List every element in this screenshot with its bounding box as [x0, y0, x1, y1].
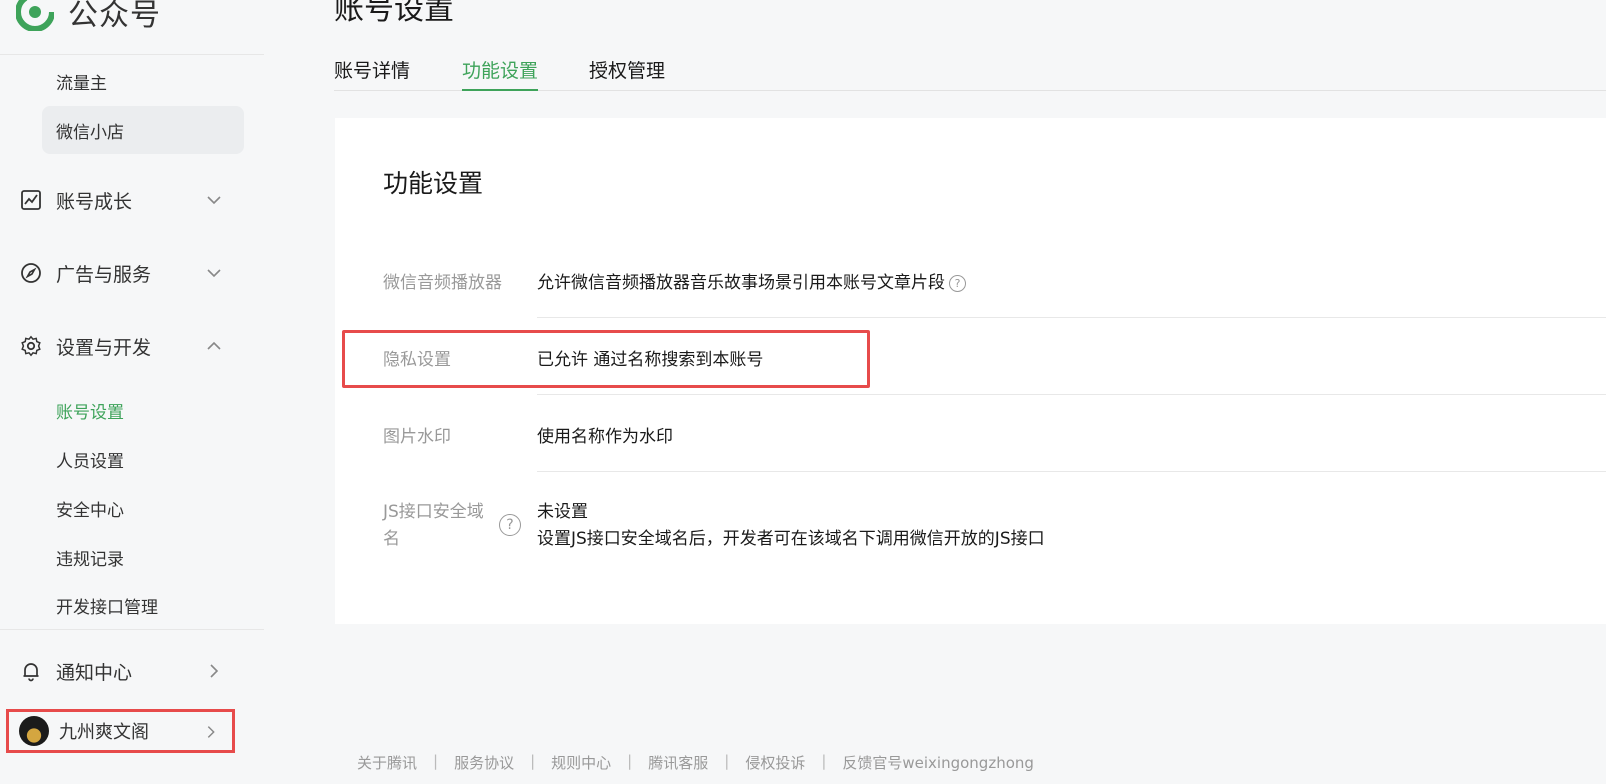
sidebar: 公众号 流量主 微信小店 账号成长 广告与服务 设置与开发 账号设置 人员设置 … — [0, 0, 264, 784]
sidebar-item-label: 账号设置 — [56, 402, 124, 423]
row-divider — [537, 317, 1606, 318]
sidebar-group-label: 账号成长 — [56, 190, 133, 213]
row-divider — [537, 394, 1606, 395]
footer-separator: | — [530, 752, 536, 770]
footer-link-rules[interactable]: 规则中心 — [551, 752, 611, 773]
sidebar-item-traffic-owner[interactable]: 流量主 — [42, 57, 244, 105]
gear-icon — [18, 333, 44, 359]
tab-authorization[interactable]: 授权管理 — [589, 56, 665, 89]
account-name: 九州爽文阁 — [59, 722, 149, 743]
sidebar-item-notification-center[interactable]: 通知中心 — [18, 647, 244, 695]
help-icon[interactable]: ? — [499, 514, 521, 536]
chevron-right-icon — [207, 726, 215, 738]
sidebar-item-account-settings[interactable]: 账号设置 — [42, 386, 244, 434]
account-switcher[interactable]: 九州爽文阁 — [6, 709, 235, 753]
js-domain-label-line2: 名 — [383, 529, 400, 549]
footer-separator: | — [627, 752, 633, 770]
footer-link-feedback[interactable]: 反馈官号weixingongzhong — [842, 752, 1034, 773]
card-title: 功能设置 — [383, 169, 484, 198]
sidebar-item-security-center[interactable]: 安全中心 — [42, 484, 244, 532]
tab-account-details[interactable]: 账号详情 — [334, 56, 410, 89]
sidebar-item-label: 流量主 — [56, 73, 107, 94]
row-label-audio-player: 微信音频播放器 — [383, 273, 502, 293]
sidebar-item-label: 通知中心 — [56, 661, 133, 684]
privacy-highlight-box — [342, 330, 870, 388]
tab-bar: 账号详情 功能设置 授权管理 — [334, 50, 1606, 91]
footer-link-support[interactable]: 腾讯客服 — [648, 752, 708, 773]
page-title: 账号设置 — [334, 0, 454, 27]
sidebar-item-label: 违规记录 — [56, 549, 124, 570]
row-value-audio-player: 允许微信音频播放器音乐故事场景引用本账号文章片段? — [537, 268, 966, 293]
help-icon[interactable]: ? — [949, 274, 966, 292]
row-label-watermark: 图片水印 — [383, 427, 451, 447]
js-domain-description: 设置JS接口安全域名后，开发者可在该域名下调用微信开放的JS接口 — [537, 529, 1045, 549]
row-value-js-domain: 未设置 设置JS接口安全域名后，开发者可在该域名下调用微信开放的JS接口 — [537, 499, 1045, 553]
sidebar-item-label: 微信小店 — [56, 122, 124, 143]
bell-icon — [18, 658, 44, 684]
wechat-mp-logo-icon — [16, 0, 54, 31]
row-value-watermark: 使用名称作为水印 — [537, 427, 673, 447]
tab-feature-settings[interactable]: 功能设置 — [462, 56, 539, 91]
sidebar-group-settings-dev[interactable]: 设置与开发 — [18, 322, 244, 370]
row-divider — [537, 471, 1606, 472]
footer-link-infringement[interactable]: 侵权投诉 — [745, 752, 805, 773]
row-label-js-domain: JS接口安全域 名 — [383, 499, 484, 553]
sidebar-item-label: 开发接口管理 — [56, 597, 158, 618]
avatar — [19, 716, 49, 746]
chevron-up-icon — [207, 341, 221, 350]
chevron-down-icon — [207, 269, 221, 278]
trend-chart-icon — [18, 187, 44, 213]
footer-separator: | — [433, 752, 439, 770]
sidebar-item-staff-settings[interactable]: 人员设置 — [42, 435, 244, 483]
sidebar-divider — [0, 629, 264, 630]
sidebar-item-dev-api[interactable]: 开发接口管理 — [42, 581, 244, 629]
sidebar-item-violation-records[interactable]: 违规记录 — [42, 533, 244, 581]
chevron-right-icon — [210, 664, 219, 678]
brand-name: 公众号 — [68, 0, 161, 33]
sidebar-item-label: 人员设置 — [56, 451, 124, 472]
footer-links: 关于腾讯 | 服务协议 | 规则中心 | 腾讯客服 | 侵权投诉 | 反馈官号weixin… — [357, 752, 1034, 773]
sidebar-divider — [0, 54, 264, 55]
footer-link-about[interactable]: 关于腾讯 — [357, 752, 417, 773]
sidebar-group-label: 广告与服务 — [56, 263, 152, 286]
sidebar-group-account-growth[interactable]: 账号成长 — [18, 176, 244, 224]
brand-logo[interactable]: 公众号 — [16, 0, 161, 36]
js-domain-label-line1: JS接口安全域 — [383, 502, 484, 522]
compass-icon — [18, 260, 44, 286]
sidebar-group-label: 设置与开发 — [56, 336, 152, 359]
footer-separator: | — [724, 752, 730, 770]
audio-player-text: 允许微信音频播放器音乐故事场景引用本账号文章片段 — [537, 273, 945, 293]
footer-separator: | — [821, 752, 827, 770]
sidebar-group-ads-services[interactable]: 广告与服务 — [18, 249, 244, 297]
js-domain-status: 未设置 — [537, 502, 588, 522]
footer-link-terms[interactable]: 服务协议 — [454, 752, 514, 773]
chevron-down-icon — [207, 196, 221, 205]
sidebar-item-label: 安全中心 — [56, 500, 124, 521]
sidebar-item-wechat-shop[interactable]: 微信小店 — [42, 106, 244, 154]
